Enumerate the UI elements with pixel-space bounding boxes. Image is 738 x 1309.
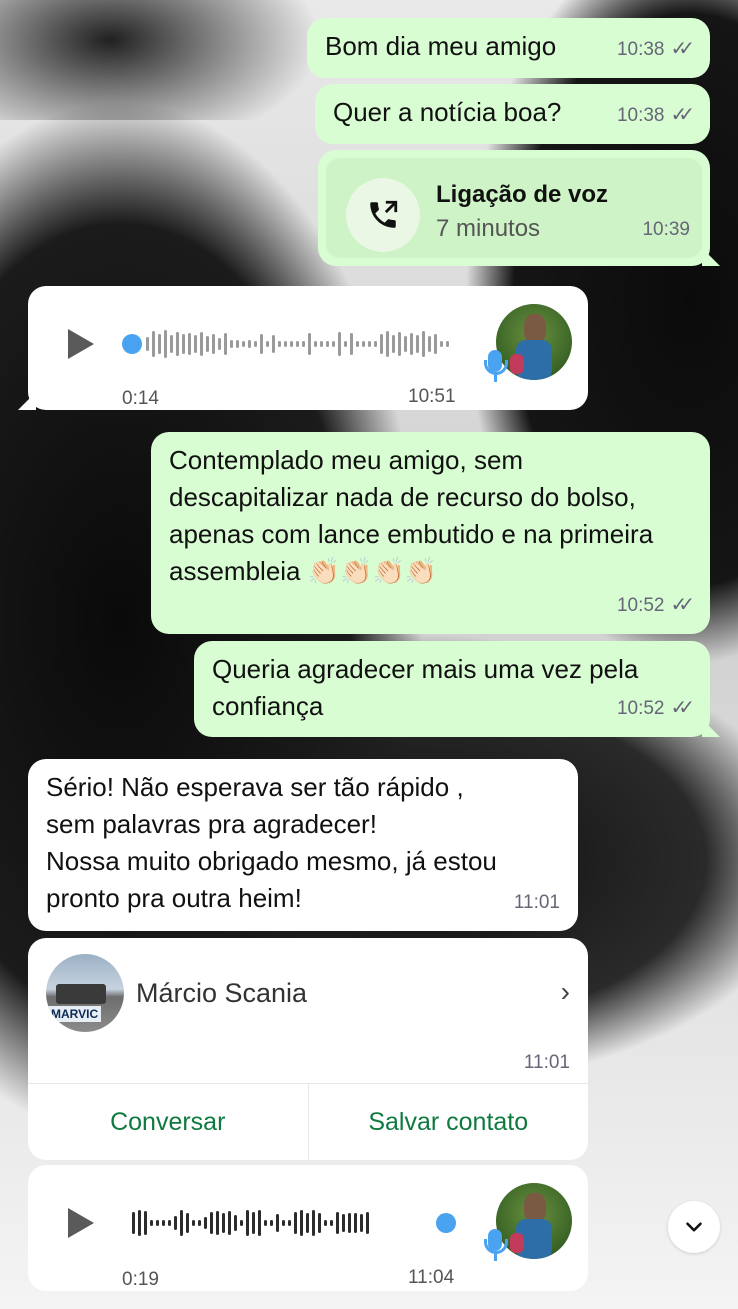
outgoing-message-2[interactable]: Quer a notícia boa? 10:38 ✓✓ — [315, 84, 710, 144]
play-icon[interactable] — [68, 329, 94, 359]
message-text: Sério! Não esperava ser tão rápido , sem… — [46, 772, 497, 913]
bubble-tail — [702, 719, 720, 737]
message-time: 10:38 — [616, 105, 665, 126]
message-time: 11:01 — [523, 1052, 570, 1073]
call-duration: 7 minutos — [436, 215, 541, 242]
outgoing-message-1[interactable]: Bom dia meu amigo 10:38 ✓✓ — [307, 18, 710, 78]
voice-duration: 0:19 — [122, 1269, 159, 1290]
bubble-tail — [18, 392, 36, 410]
chevron-right-icon[interactable]: › — [561, 976, 570, 1008]
incoming-message[interactable]: Sério! Não esperava ser tão rápido , sem… — [28, 759, 578, 931]
call-card: Ligação de voz 7 minutos 10:39 — [326, 158, 702, 258]
message-time: 11:01 — [513, 892, 560, 913]
message-time: 10:51 — [408, 386, 456, 407]
bubble-tail — [702, 248, 720, 266]
double-check-icon: ✓✓ — [670, 104, 694, 126]
outgoing-message-3[interactable]: Contemplado meu amigo, sem descapitaliza… — [151, 432, 710, 634]
voice-duration: 0:14 — [122, 388, 159, 409]
message-time: 10:38 — [616, 39, 665, 60]
chat-button[interactable]: Conversar — [28, 1084, 308, 1160]
save-contact-button[interactable]: Salvar contato — [307, 1084, 589, 1160]
sender-avatar — [496, 304, 572, 380]
message-time: 10:39 — [642, 219, 690, 240]
outgoing-message-4[interactable]: Queria agradecer mais uma vez pela confi… — [194, 641, 720, 737]
outgoing-call-icon — [346, 178, 420, 252]
voice-waveform[interactable] — [146, 324, 449, 364]
play-icon[interactable] — [68, 1208, 94, 1238]
incoming-voice-message[interactable]: 0:14 10:51 — [18, 286, 588, 410]
message-text: Contemplado meu amigo, sem descapitaliza… — [169, 445, 654, 586]
double-check-icon: ✓✓ — [670, 697, 694, 719]
voice-progress-handle[interactable] — [122, 334, 142, 354]
message-time: 11:04 — [408, 1267, 455, 1288]
voice-call-message[interactable]: Ligação de voz 7 minutos 10:39 — [318, 150, 720, 266]
double-check-icon: ✓✓ — [670, 594, 694, 616]
sender-avatar — [496, 1183, 572, 1259]
contact-card[interactable]: MARVIC Márcio Scania › 11:01 Conversar S… — [28, 938, 588, 1160]
scroll-to-bottom-button[interactable] — [668, 1201, 720, 1253]
chevron-down-icon — [686, 1222, 702, 1232]
incoming-voice-message-2[interactable]: 0:19 11:04 — [28, 1165, 588, 1291]
voice-progress-handle[interactable] — [436, 1213, 456, 1233]
message-time: 10:52 — [616, 595, 665, 616]
mic-icon — [484, 350, 508, 382]
message-time: 10:52 — [616, 698, 665, 719]
contact-avatar: MARVIC — [46, 954, 124, 1032]
double-check-icon: ✓✓ — [670, 38, 694, 60]
contact-actions: Conversar Salvar contato — [28, 1083, 588, 1160]
contact-name: Márcio Scania — [136, 978, 308, 1008]
mic-icon — [484, 1229, 508, 1261]
call-title: Ligação de voz — [436, 181, 609, 208]
voice-waveform[interactable] — [132, 1203, 369, 1243]
